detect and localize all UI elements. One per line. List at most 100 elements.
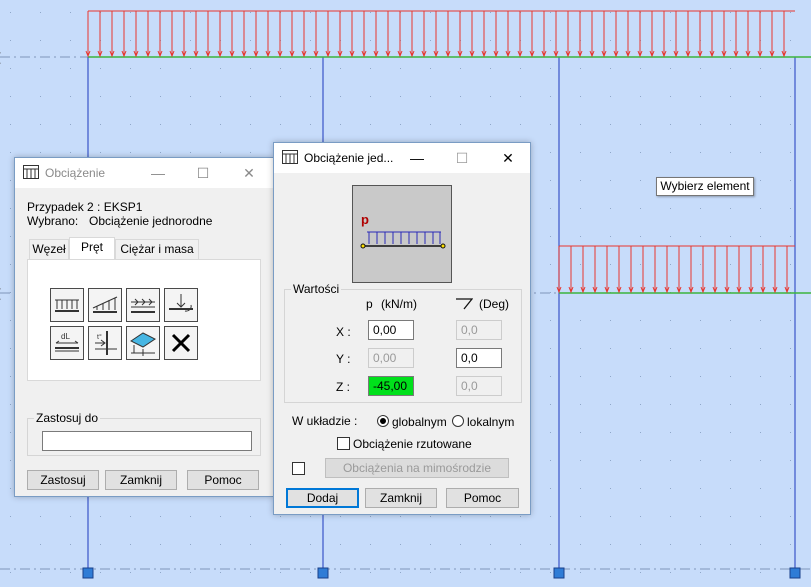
grid-dot (130, 12, 131, 13)
grid-dot (190, 124, 191, 125)
point-loads-icon[interactable] (126, 288, 160, 322)
trapezoidal-load-icon[interactable] (88, 288, 122, 322)
apply-to-input[interactable] (42, 431, 252, 451)
grid-dot (670, 124, 671, 125)
projected-label[interactable]: Obciążenie rzutowane (353, 437, 472, 451)
delete-icon[interactable] (164, 326, 198, 360)
px-input[interactable]: 0,00 (368, 320, 414, 340)
grid-dot (640, 348, 641, 349)
eccentric-checkbox[interactable] (292, 462, 305, 475)
grid-dot (190, 40, 191, 41)
uniform-load-titlebar[interactable]: Obciążenie jed... — ☐ ✕ (274, 143, 530, 173)
grid-dot (340, 516, 341, 517)
minimize-icon[interactable]: — (143, 162, 173, 184)
grid-dot (10, 124, 11, 125)
grid-dot (310, 40, 311, 41)
grid-dot (550, 348, 551, 349)
grid-dot (550, 544, 551, 545)
grid-dot (730, 68, 731, 69)
grid-dot (700, 124, 701, 125)
help-button[interactable]: Pomoc (187, 470, 259, 490)
grid-dot (580, 236, 581, 237)
grid-dot (610, 236, 611, 237)
grid-dot (520, 68, 521, 69)
grid-dot (340, 572, 341, 573)
grid-dot (400, 124, 401, 125)
grid-dot (790, 544, 791, 545)
add-button[interactable]: Dodaj (286, 488, 359, 508)
grid-dot (610, 96, 611, 97)
grid-dot (610, 12, 611, 13)
grid-dot (580, 488, 581, 489)
grid-dot (610, 348, 611, 349)
grid-dot (400, 96, 401, 97)
grid-dot (730, 488, 731, 489)
window-title: Obciążenie (45, 166, 106, 180)
tab-node[interactable]: Węzeł (29, 239, 69, 259)
grid-dot (370, 68, 371, 69)
grid-dot (760, 180, 761, 181)
close-icon[interactable]: ✕ (234, 162, 264, 184)
grid-dot (370, 516, 371, 517)
tab-bar[interactable]: Pręt (69, 237, 115, 259)
grid-dot (790, 488, 791, 489)
global-radio[interactable] (377, 415, 389, 427)
moment-load-icon[interactable] (164, 288, 198, 322)
grid-dot (760, 460, 761, 461)
local-radio-label[interactable]: lokalnym (467, 415, 514, 429)
grid-dot (10, 40, 11, 41)
grid-dot (190, 152, 191, 153)
grid-dot (790, 376, 791, 377)
row-x-label: X : (336, 325, 351, 339)
grid-dot (430, 516, 431, 517)
grid-dot (70, 96, 71, 97)
grid-dot (730, 376, 731, 377)
maximize-icon[interactable]: ☐ (447, 147, 477, 169)
grid-dot (190, 516, 191, 517)
grid-dot (640, 264, 641, 265)
grid-dot (700, 208, 701, 209)
grid-dot (160, 124, 161, 125)
grid-dot (190, 544, 191, 545)
minimize-icon[interactable]: — (402, 147, 432, 169)
global-radio-label[interactable]: globalnym (392, 415, 447, 429)
maximize-icon[interactable]: ☐ (188, 162, 218, 184)
grid-dot (610, 432, 611, 433)
force-on-bar-icon[interactable]: t° (88, 326, 122, 360)
grid-dot (790, 404, 791, 405)
grid-dot (40, 68, 41, 69)
grid-dot (670, 572, 671, 573)
surface-load-icon[interactable] (126, 326, 160, 360)
grid-dot (310, 12, 311, 13)
grid-dot (640, 124, 641, 125)
apply-button[interactable]: Zastosuj (27, 470, 99, 490)
grid-dot (730, 124, 731, 125)
close-button[interactable]: Zamknij (365, 488, 437, 508)
grid-dot (670, 460, 671, 461)
grid-dot (760, 544, 761, 545)
grid-dot (520, 544, 521, 545)
grid-dot (730, 432, 731, 433)
grid-dot (580, 376, 581, 377)
grid-dot (640, 208, 641, 209)
grid-dot (10, 460, 11, 461)
angle-y-input[interactable]: 0,0 (456, 348, 502, 368)
help-button[interactable]: Pomoc (446, 488, 519, 508)
close-button[interactable]: Zamknij (105, 470, 177, 490)
projected-checkbox[interactable] (337, 437, 350, 450)
grid-dot (610, 264, 611, 265)
grid-dot (100, 544, 101, 545)
pz-input[interactable]: -45,00 (368, 376, 414, 396)
dilatation-icon[interactable]: dL (50, 326, 84, 360)
local-radio[interactable] (452, 415, 464, 427)
grid-dot (760, 348, 761, 349)
grid-dot (370, 124, 371, 125)
close-icon[interactable]: ✕ (493, 147, 523, 169)
load-dialog-titlebar[interactable]: Obciążenie — ☐ ✕ (15, 158, 273, 188)
grid-dot (250, 40, 251, 41)
uniform-load-icon[interactable] (50, 288, 84, 322)
tab-weight-mass[interactable]: Ciężar i masa (115, 239, 199, 259)
grid-dot (670, 348, 671, 349)
grid-dot (10, 544, 11, 545)
grid-dot (520, 572, 521, 573)
